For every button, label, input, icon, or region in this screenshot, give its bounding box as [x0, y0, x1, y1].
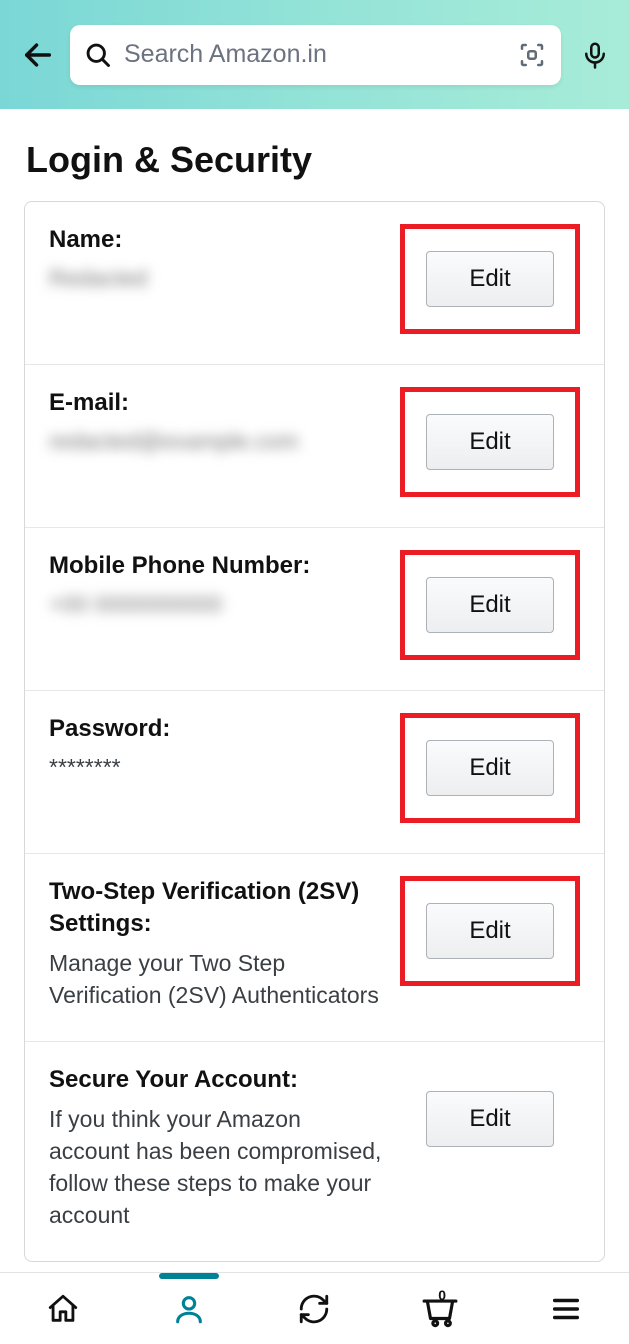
- edit-button-highlight: Edit: [400, 550, 580, 660]
- settings-row: Mobile Phone Number: +00 0000000000 Edit: [25, 527, 604, 690]
- edit-button[interactable]: Edit: [426, 251, 554, 307]
- settings-card: Name: Redacted Edit E-mail: redacted@example…: [24, 201, 605, 1262]
- edit-button[interactable]: Edit: [426, 414, 554, 470]
- row-label: Secure Your Account:: [49, 1064, 384, 1096]
- settings-row: Name: Redacted Edit: [25, 202, 604, 364]
- row-info: Mobile Phone Number: +00 0000000000: [49, 550, 384, 621]
- edit-button-highlight: Edit: [400, 713, 580, 823]
- nav-account[interactable]: [165, 1285, 213, 1333]
- edit-button-highlight: Edit: [400, 1064, 580, 1174]
- app-header: Search Amazon.in: [0, 0, 629, 109]
- search-placeholder: Search Amazon.in: [124, 40, 505, 69]
- row-label: E-mail:: [49, 387, 384, 419]
- edit-button-highlight: Edit: [400, 224, 580, 334]
- back-button[interactable]: [20, 37, 56, 73]
- row-value: Manage your Two Step Verification (2SV) …: [49, 947, 384, 1011]
- row-label: Password:: [49, 713, 384, 745]
- scan-icon[interactable]: [517, 40, 547, 70]
- row-info: Password: ********: [49, 713, 384, 784]
- refresh-icon: [297, 1292, 331, 1326]
- page-title: Login & Security: [0, 109, 629, 201]
- user-icon: [172, 1292, 206, 1326]
- settings-row: E-mail: redacted@example.com Edit: [25, 364, 604, 527]
- row-info: Name: Redacted: [49, 224, 384, 295]
- arrow-left-icon: [21, 38, 55, 72]
- edit-button[interactable]: Edit: [426, 903, 554, 959]
- bottom-nav: 0: [0, 1272, 629, 1344]
- row-label: Two-Step Verification (2SV) Settings:: [49, 876, 384, 941]
- nav-buy-again[interactable]: [290, 1285, 338, 1333]
- settings-row: Secure Your Account: If you think your Am…: [25, 1041, 604, 1261]
- edit-button[interactable]: Edit: [426, 1091, 554, 1147]
- search-bar[interactable]: Search Amazon.in: [70, 25, 561, 85]
- edit-button[interactable]: Edit: [426, 577, 554, 633]
- row-value: redacted@example.com: [49, 425, 384, 457]
- settings-row: Two-Step Verification (2SV) Settings:Man…: [25, 853, 604, 1041]
- row-info: Secure Your Account: If you think your Am…: [49, 1064, 384, 1231]
- voice-search-button[interactable]: [575, 40, 615, 70]
- row-value: ********: [49, 751, 384, 783]
- search-icon: [84, 41, 112, 69]
- cart-count: 0: [438, 1287, 446, 1303]
- mic-icon: [580, 40, 610, 70]
- row-info: Two-Step Verification (2SV) Settings:Man…: [49, 876, 384, 1011]
- hamburger-icon: [549, 1292, 583, 1326]
- edit-button-highlight: Edit: [400, 387, 580, 497]
- row-value: +00 0000000000: [49, 588, 384, 620]
- home-icon: [46, 1292, 80, 1326]
- row-label: Name:: [49, 224, 384, 256]
- row-value: If you think your Amazon account has bee…: [49, 1103, 384, 1232]
- nav-cart[interactable]: 0: [416, 1285, 464, 1333]
- nav-home[interactable]: [39, 1285, 87, 1333]
- nav-menu[interactable]: [542, 1285, 590, 1333]
- row-info: E-mail: redacted@example.com: [49, 387, 384, 458]
- edit-button-highlight: Edit: [400, 876, 580, 986]
- edit-button[interactable]: Edit: [426, 740, 554, 796]
- row-value: Redacted: [49, 262, 384, 294]
- settings-row: Password: ******** Edit: [25, 690, 604, 853]
- row-label: Mobile Phone Number:: [49, 550, 384, 582]
